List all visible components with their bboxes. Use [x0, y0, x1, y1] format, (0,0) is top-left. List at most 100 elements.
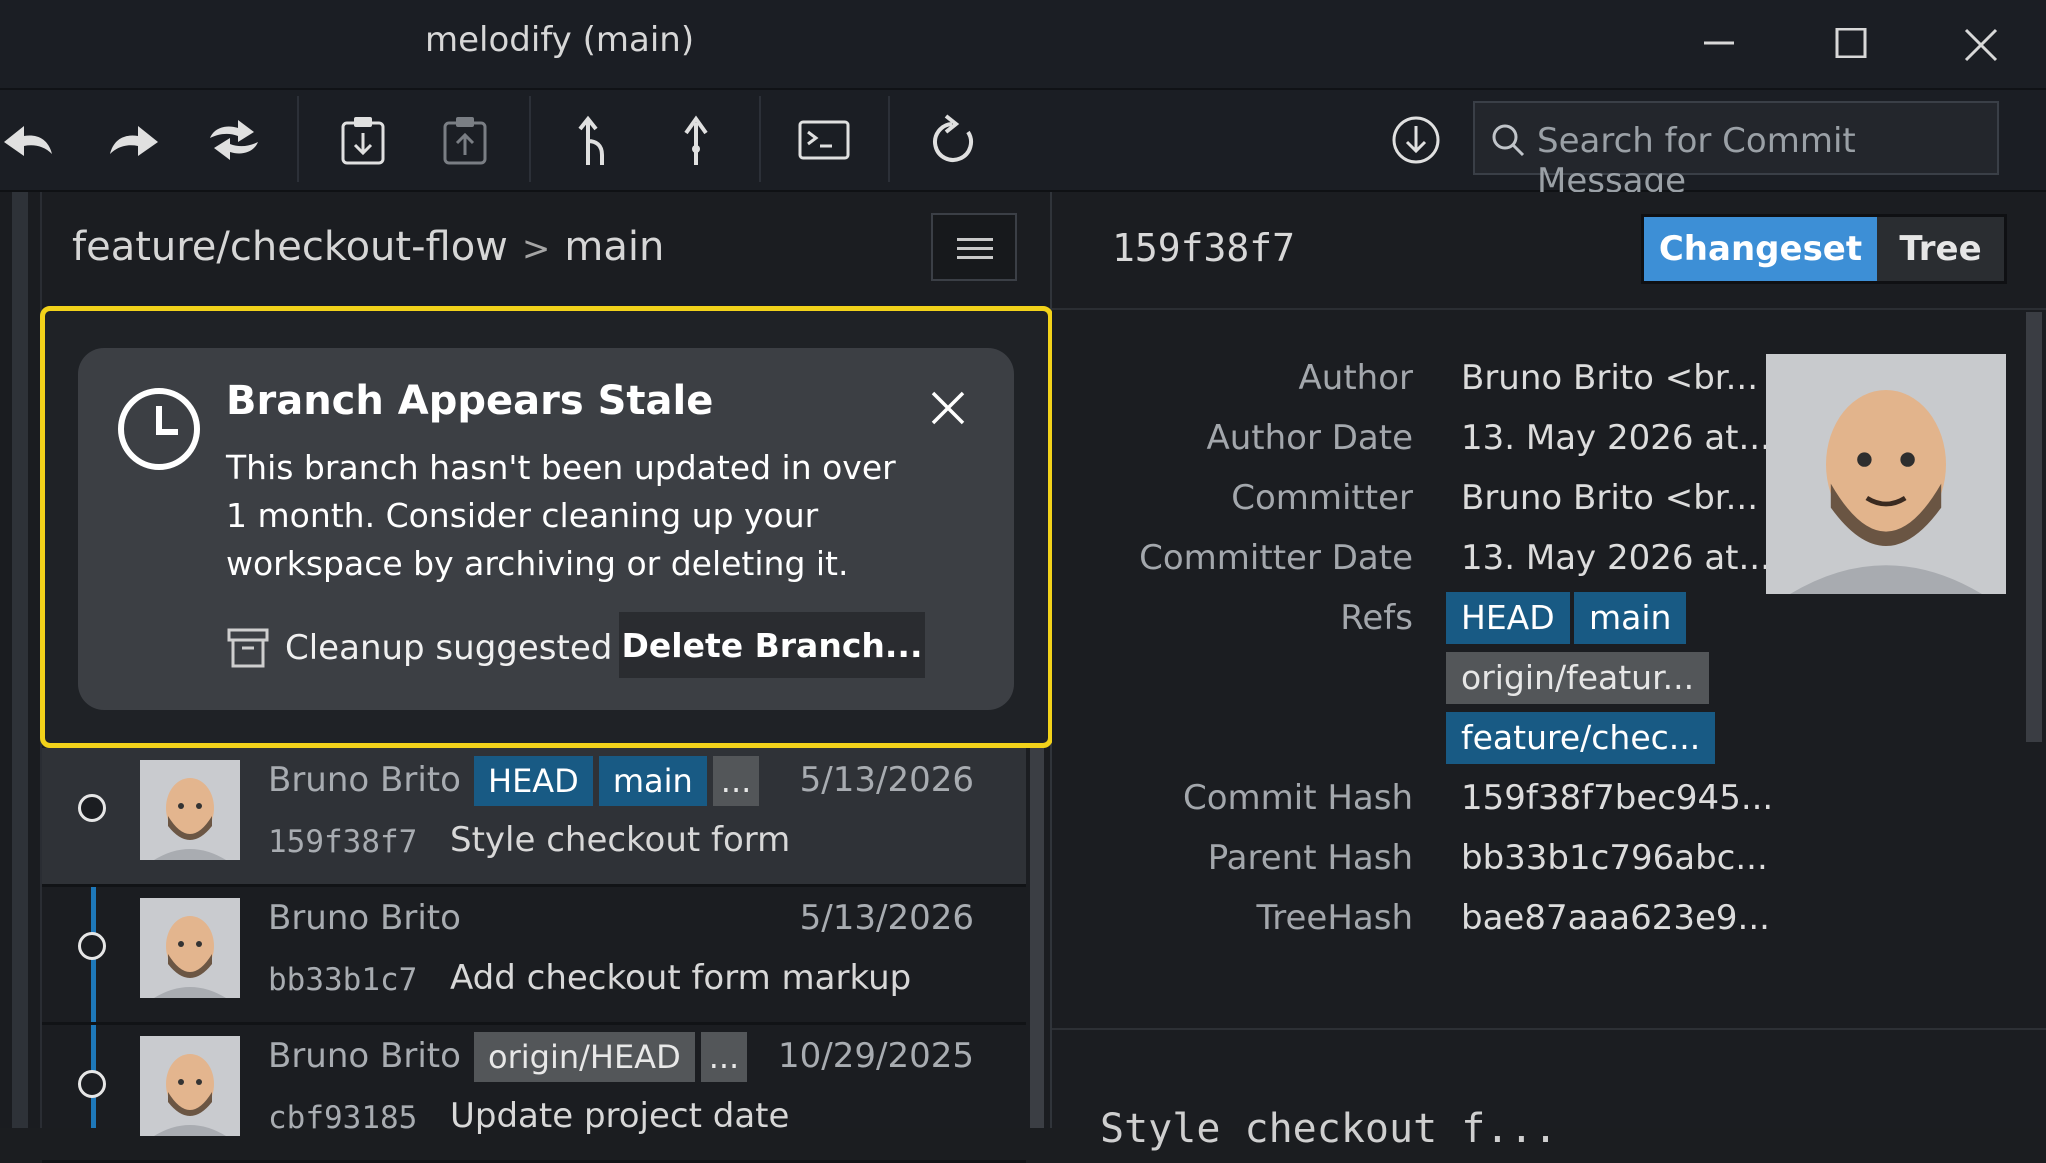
- commit-list-scrollbar[interactable]: [1030, 745, 1044, 1128]
- committer-date-value: 13. May 2026 at...: [1461, 538, 1771, 578]
- clock-icon: [118, 388, 200, 470]
- refresh-button[interactable]: [923, 110, 983, 170]
- breadcrumb: feature/checkout-flow > main: [72, 224, 664, 270]
- undo-button[interactable]: [0, 110, 60, 170]
- notification-title: Branch Appears Stale: [226, 378, 714, 424]
- committer-value: Bruno Brito <br...: [1461, 478, 1759, 518]
- commit-author: Bruno Brito: [268, 898, 461, 938]
- branch-button[interactable]: [564, 110, 624, 170]
- author-value: Bruno Brito <br...: [1461, 358, 1759, 398]
- redo-button[interactable]: [102, 110, 162, 170]
- fetch-icon: [1392, 116, 1440, 164]
- commit-hash-label: Commit Hash: [1182, 778, 1413, 818]
- commit-date: 5/13/2026: [799, 760, 974, 800]
- commit-tags: HEAD main ...: [474, 756, 760, 806]
- terminal-button[interactable]: [794, 110, 854, 170]
- breadcrumb-branch[interactable]: feature/checkout-flow: [72, 224, 508, 270]
- minimize-icon: [1704, 41, 1734, 45]
- window-title: melodify (main): [425, 20, 695, 60]
- breadcrumb-separator: >: [521, 229, 551, 269]
- details-divider: [1052, 1028, 2046, 1030]
- refs-label: Refs: [1340, 598, 1413, 638]
- author-avatar: [1766, 354, 2006, 594]
- sync-icon: [210, 120, 258, 160]
- author-date-label: Author Date: [1206, 418, 1413, 458]
- committer-label: Committer: [1231, 478, 1413, 518]
- delete-branch-button[interactable]: Delete Branch...: [619, 612, 925, 678]
- tree-hash-label: TreeHash: [1256, 898, 1413, 938]
- ref-tag-main[interactable]: main: [1574, 592, 1687, 644]
- avatar: [140, 898, 240, 998]
- push-button[interactable]: [666, 110, 726, 170]
- commit-message: Update project date: [450, 1096, 790, 1136]
- avatar: [140, 1036, 240, 1136]
- commit-row[interactable]: Bruno Brito 5/13/2026 bb33b1c7 Add check…: [42, 886, 1026, 1025]
- ref-tag-feature[interactable]: feature/chec...: [1446, 712, 1716, 764]
- pop-stash-button[interactable]: [435, 110, 495, 170]
- maximize-button[interactable]: [1816, 14, 1886, 70]
- fetch-button[interactable]: [1386, 110, 1446, 170]
- redo-icon: [110, 126, 158, 156]
- commit-message: Add checkout form markup: [450, 958, 912, 998]
- stale-branch-notification: Branch Appears Stale This branch hasn't …: [78, 348, 1014, 710]
- graph-node: [78, 794, 106, 822]
- push-icon: [684, 115, 708, 165]
- stash-icon: [341, 117, 385, 165]
- tab-tree[interactable]: Tree: [1877, 217, 2004, 281]
- details-tab-switcher: Changeset Tree: [1641, 214, 2007, 284]
- author-date-value: 13. May 2026 at...: [1461, 418, 1771, 458]
- details-scrollbar[interactable]: [2026, 312, 2042, 742]
- avatar: [140, 760, 240, 860]
- ref-tag-origin-feature[interactable]: origin/featur...: [1446, 652, 1710, 704]
- tag-origin-head[interactable]: origin/HEAD: [474, 1032, 695, 1082]
- search-input[interactable]: Search for Commit Message: [1473, 101, 1999, 201]
- archive-icon: [227, 628, 269, 668]
- terminal-icon: [798, 120, 850, 160]
- undo-icon: [4, 126, 52, 156]
- sync-button[interactable]: [204, 110, 264, 170]
- commit-hash: 159f38f7: [268, 824, 418, 860]
- graph-node: [78, 1070, 106, 1098]
- commit-hash: cbf93185: [268, 1100, 418, 1136]
- commit-tags: origin/HEAD ...: [474, 1032, 748, 1082]
- gutter-scrollbar[interactable]: [12, 192, 28, 1128]
- details-hash: 159f38f7: [1112, 226, 1296, 270]
- close-notification-icon[interactable]: [930, 390, 966, 426]
- maximize-icon: [1835, 28, 1867, 58]
- parent-hash-value[interactable]: bb33b1c796abc...: [1461, 838, 1768, 878]
- cleanup-label: Cleanup suggested: [285, 628, 613, 668]
- commit-date: 10/29/2025: [778, 1036, 974, 1076]
- commit-hash-value[interactable]: 159f38f7bec945...: [1461, 778, 1773, 818]
- branch-icon: [578, 115, 604, 165]
- author-label: Author: [1298, 358, 1413, 398]
- commit-author: Bruno Brito: [268, 1036, 461, 1076]
- tag-more[interactable]: ...: [712, 756, 760, 806]
- commit-date: 5/13/2026: [799, 898, 974, 938]
- graph-node: [78, 932, 106, 960]
- commit-hash: bb33b1c7: [268, 962, 418, 998]
- pop-stash-icon: [443, 117, 487, 165]
- commit-row[interactable]: Bruno Brito HEAD main ... 5/13/2026 159f…: [42, 748, 1026, 887]
- stash-button[interactable]: [333, 110, 393, 170]
- close-icon: [1964, 28, 1998, 62]
- notification-body: This branch hasn't been updated in over …: [226, 448, 896, 583]
- tag-head[interactable]: HEAD: [474, 756, 593, 806]
- list-menu-button[interactable]: [931, 213, 1017, 281]
- commit-author: Bruno Brito: [268, 760, 461, 800]
- close-window-button[interactable]: [1946, 14, 2016, 70]
- parent-hash-label: Parent Hash: [1207, 838, 1413, 878]
- commit-message-preview: Style checkout f...: [1100, 1106, 1558, 1152]
- search-placeholder: Search for Commit Message: [1537, 121, 1856, 201]
- tag-main[interactable]: main: [598, 756, 707, 806]
- tree-hash-value[interactable]: bae87aaa623e9...: [1461, 898, 1770, 938]
- ref-tag-head[interactable]: HEAD: [1446, 592, 1570, 644]
- commit-row[interactable]: Bruno Brito origin/HEAD ... 10/29/2025 c…: [42, 1024, 1026, 1163]
- refresh-icon: [933, 114, 974, 162]
- commit-message: Style checkout form: [450, 820, 791, 860]
- tab-changeset[interactable]: Changeset: [1644, 217, 1877, 281]
- minimize-button[interactable]: [1684, 14, 1754, 70]
- breadcrumb-target[interactable]: main: [564, 224, 664, 270]
- search-icon: [1492, 124, 1525, 157]
- committer-date-label: Committer Date: [1139, 538, 1413, 578]
- tag-more[interactable]: ...: [700, 1032, 748, 1082]
